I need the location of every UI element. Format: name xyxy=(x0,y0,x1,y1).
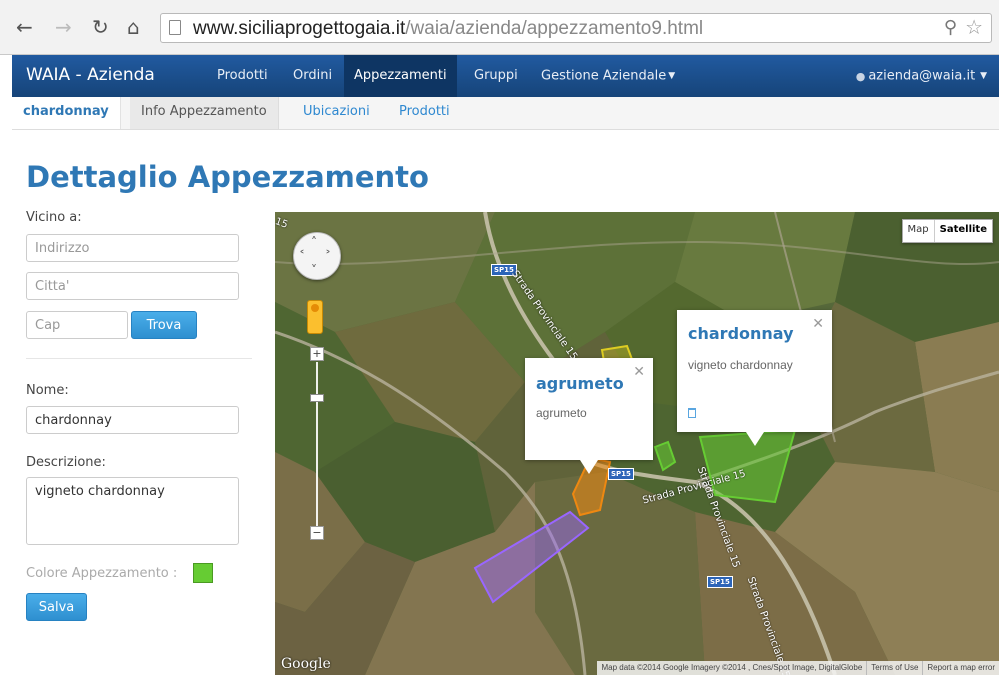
nav-gestione-label: Gestione Aziendale xyxy=(541,68,667,84)
nav-appezzamenti[interactable]: Appezzamenti xyxy=(344,55,457,97)
reload-icon[interactable]: ↻ xyxy=(92,17,109,37)
bookmark-star-icon[interactable]: ☆ xyxy=(965,15,983,39)
page-title: Dettaglio Appezzamento xyxy=(26,160,429,194)
zoom-slider-handle[interactable] xyxy=(310,394,324,402)
caret-down-icon: ▼ xyxy=(977,71,987,81)
pan-right-icon[interactable]: ˃ xyxy=(325,250,331,262)
road-badge: SP15 xyxy=(608,468,634,480)
trash-icon[interactable] xyxy=(688,408,696,418)
caret-down-icon: ▼ xyxy=(668,71,676,81)
tab-prodotti[interactable]: Prodotti xyxy=(388,97,461,129)
attribution-text: Map data ©2014 Google Imagery ©2014 , Cn… xyxy=(601,663,863,672)
cap-input[interactable] xyxy=(26,311,128,339)
zoom-in-button[interactable]: + xyxy=(310,347,324,361)
user-icon: ● xyxy=(855,69,866,83)
map-type-satellite[interactable]: Satellite xyxy=(933,220,992,242)
google-logo[interactable]: Google xyxy=(281,656,331,672)
forward-icon[interactable]: → xyxy=(55,17,72,37)
street-view-pegman-icon[interactable] xyxy=(307,300,323,334)
infowindow-title[interactable]: agrumeto xyxy=(536,374,624,393)
tab-info-appezzamento[interactable]: Info Appezzamento xyxy=(130,97,279,129)
zoom-icon[interactable]: ⚲ xyxy=(944,17,957,38)
sub-navbar: chardonnay Info Appezzamento Ubicazioni … xyxy=(12,97,999,130)
user-menu[interactable]: ● azienda@waia.it ▼ xyxy=(848,55,995,97)
infowindow-agrumeto: agrumeto agrumeto ✕ xyxy=(525,358,653,474)
close-icon[interactable]: ✕ xyxy=(812,316,824,332)
road-badge: SP15 xyxy=(707,576,733,588)
url-path: /waia/azienda/appezzamento9.html xyxy=(405,18,704,39)
subnav-brand[interactable]: chardonnay xyxy=(12,97,121,129)
nav-gestione-aziendale[interactable]: Gestione Aziendale ▼ xyxy=(531,55,685,97)
pan-control[interactable]: ˄ ˅ ˂ ˃ xyxy=(293,232,341,280)
salva-button[interactable]: Salva xyxy=(26,593,87,621)
close-icon[interactable]: ✕ xyxy=(633,364,645,380)
zoom-out-button[interactable]: − xyxy=(310,526,324,540)
indirizzo-input[interactable] xyxy=(26,234,239,262)
page-icon xyxy=(169,20,181,35)
nav-ordini[interactable]: Ordini xyxy=(283,55,342,97)
home-icon[interactable]: ⌂ xyxy=(127,17,140,37)
brand[interactable]: WAIA - Azienda xyxy=(26,65,155,85)
pan-up-icon[interactable]: ˄ xyxy=(311,236,317,248)
infowindow-description: agrumeto xyxy=(536,406,587,420)
user-email: azienda@waia.it xyxy=(868,68,976,84)
zoom-track[interactable] xyxy=(316,362,318,528)
browser-toolbar: ← → ↻ ⌂ www.siciliaprogettogaia.it/waia/… xyxy=(0,0,999,55)
address-bar[interactable]: www.siciliaprogettogaia.it/waia/azienda/… xyxy=(160,13,992,43)
infowindow-chardonnay: chardonnay vigneto chardonnay ✕ xyxy=(677,310,832,446)
trova-button[interactable]: Trova xyxy=(131,311,197,339)
descrizione-label: Descrizione: xyxy=(26,455,106,470)
nome-label: Nome: xyxy=(26,383,69,398)
descrizione-textarea[interactable]: vigneto chardonnay xyxy=(26,477,239,545)
url-domain: www.siciliaprogettogaia.it xyxy=(193,18,406,39)
divider xyxy=(26,358,252,359)
map-type-map[interactable]: Map xyxy=(903,220,934,242)
main-navbar: WAIA - Azienda Prodotti Ordini Appezzame… xyxy=(12,55,999,97)
colore-label: Colore Appezzamento : xyxy=(26,566,178,581)
map[interactable]: Map Satellite ˄ ˅ ˂ ˃ + − SP15 SP15 SP15… xyxy=(275,212,999,675)
report-error-link[interactable]: Report a map error xyxy=(922,661,999,675)
vicino-label: Vicino a: xyxy=(26,210,82,225)
map-type-control: Map Satellite xyxy=(901,219,993,243)
map-attribution: Map data ©2014 Google Imagery ©2014 , Cn… xyxy=(597,661,999,675)
infowindow-description: vigneto chardonnay xyxy=(688,358,793,372)
nav-gruppi[interactable]: Gruppi xyxy=(464,55,528,97)
back-icon[interactable]: ← xyxy=(16,17,33,37)
nav-prodotti[interactable]: Prodotti xyxy=(207,55,278,97)
pan-left-icon[interactable]: ˂ xyxy=(299,250,305,262)
url-text[interactable]: www.siciliaprogettogaia.it/waia/azienda/… xyxy=(193,18,703,40)
tab-ubicazioni[interactable]: Ubicazioni xyxy=(292,97,381,129)
pan-down-icon[interactable]: ˅ xyxy=(311,264,317,276)
citta-input[interactable] xyxy=(26,272,239,300)
infowindow-title[interactable]: chardonnay xyxy=(688,324,794,343)
color-picker-swatch[interactable] xyxy=(193,563,213,583)
terms-link[interactable]: Terms of Use xyxy=(866,661,922,675)
nome-input[interactable] xyxy=(26,406,239,434)
